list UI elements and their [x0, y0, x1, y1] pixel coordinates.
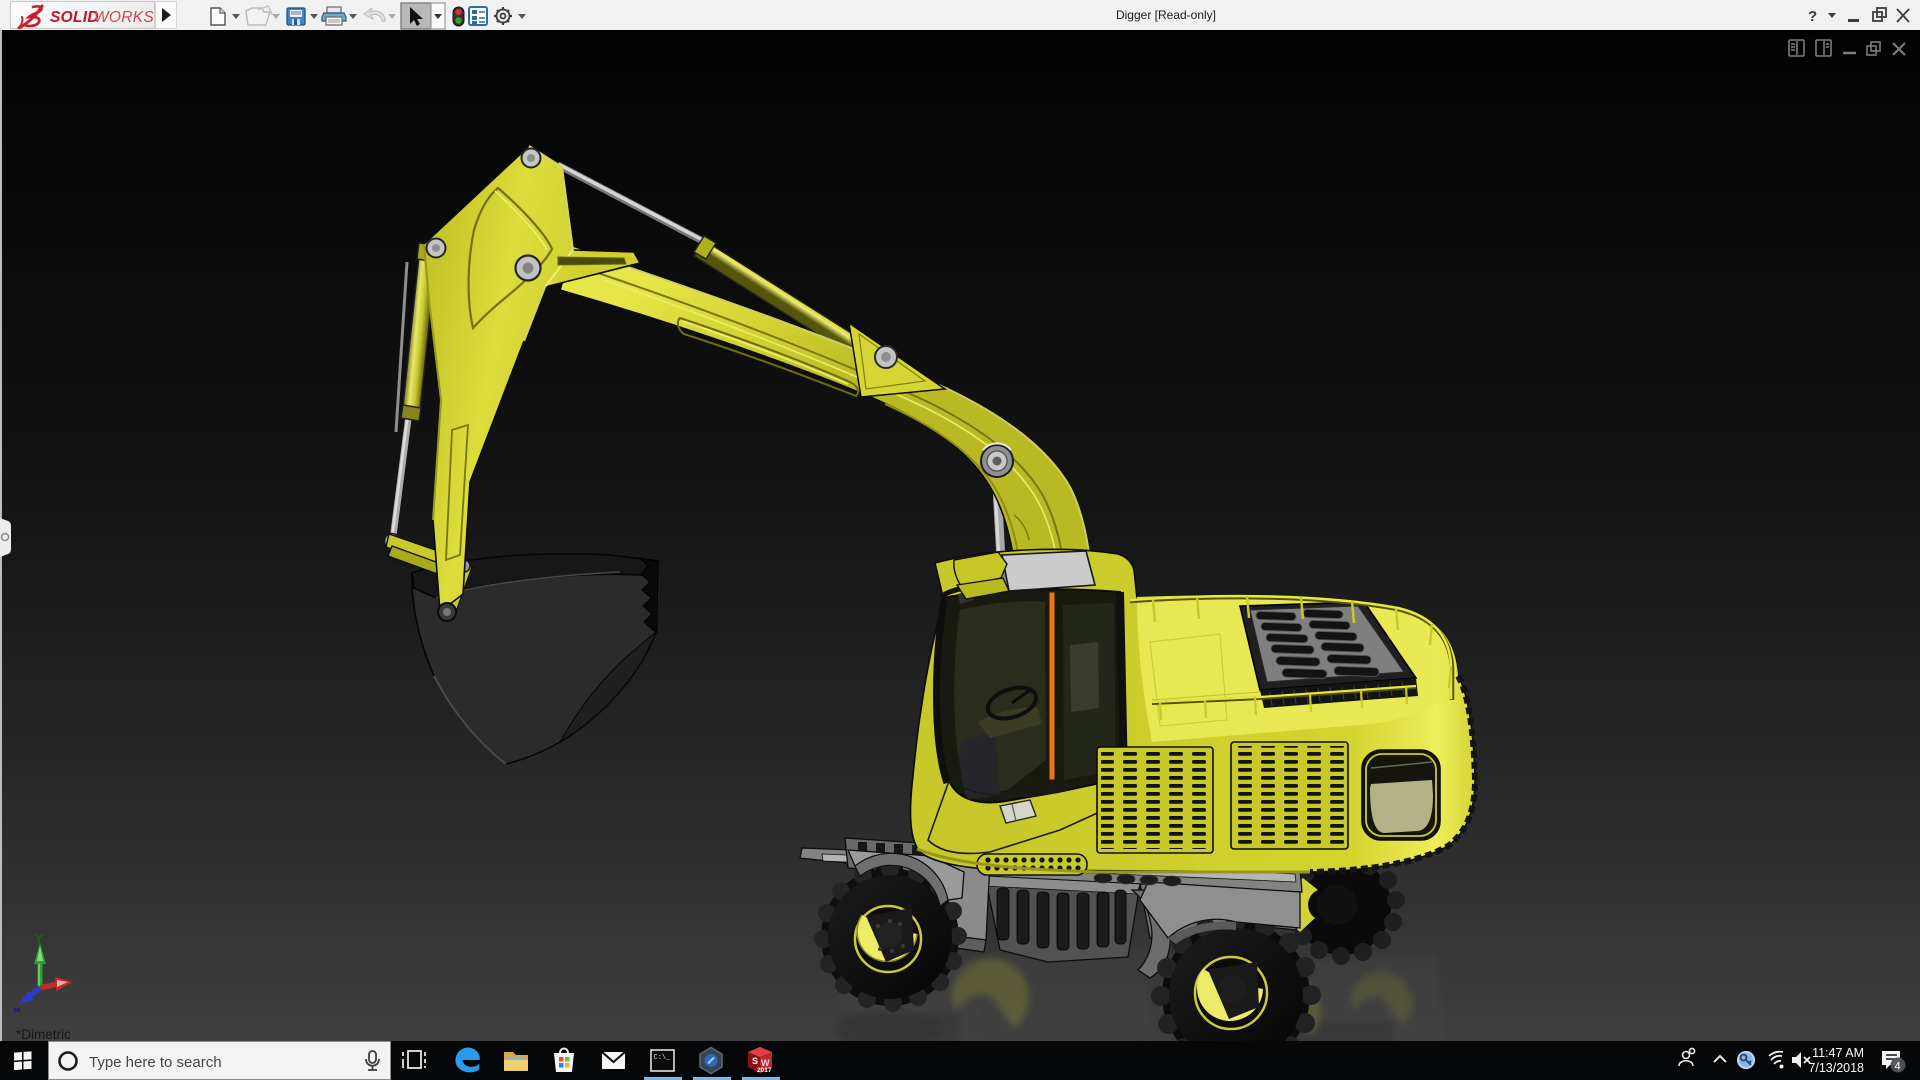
svg-text:SOLID: SOLID [50, 9, 99, 26]
svg-text:*Dimetric: *Dimetric [16, 1027, 71, 1041]
svg-text:?: ? [1808, 8, 1817, 25]
svg-text:WORKS: WORKS [94, 9, 154, 26]
svg-text:4: 4 [1895, 1061, 1901, 1073]
svg-text:11:47 AM: 11:47 AM [1812, 1046, 1864, 1060]
svg-text:C:\_: C:\_ [654, 1054, 672, 1062]
svg-text:2017: 2017 [757, 1067, 772, 1074]
svg-text:Type here to search: Type here to search [89, 1054, 222, 1071]
svg-text:7/13/2018: 7/13/2018 [1808, 1061, 1864, 1075]
svg-text:S: S [752, 1056, 758, 1066]
